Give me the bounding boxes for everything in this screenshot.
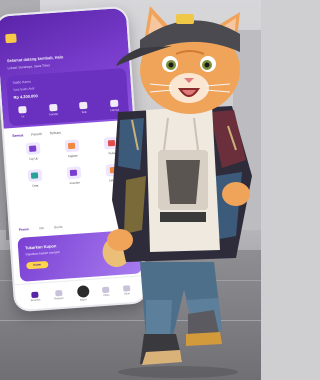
cat-mascot-illustration (107, 6, 252, 378)
